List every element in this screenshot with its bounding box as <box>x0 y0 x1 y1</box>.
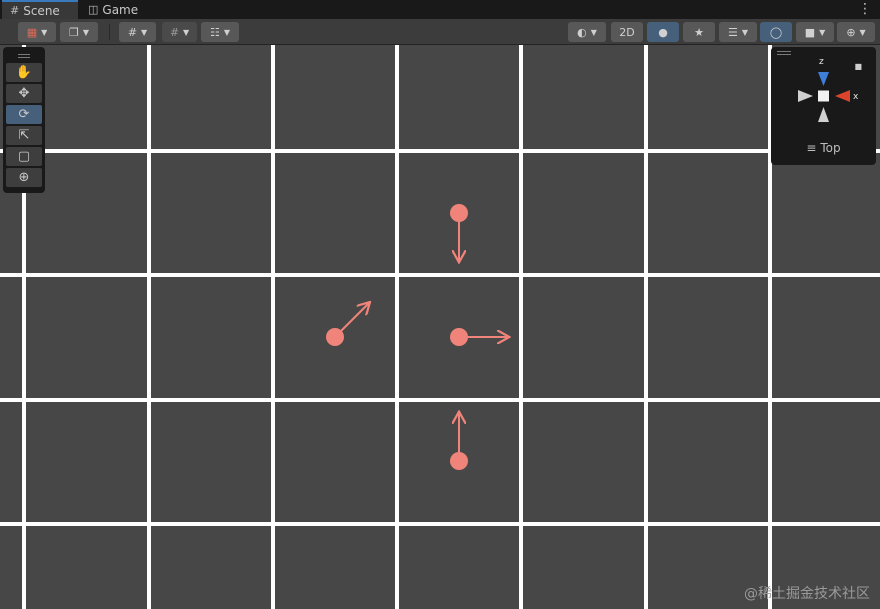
marker-down[interactable] <box>450 204 468 261</box>
more-options-icon[interactable]: ⋮ <box>858 0 872 18</box>
rotate-tool[interactable]: ⟳ <box>6 105 42 124</box>
scene-canvas <box>0 45 880 609</box>
chevron-down-icon: ▼ <box>223 27 231 37</box>
x-axis-cone-icon[interactable] <box>835 90 850 102</box>
layers-icon: ☰ <box>727 25 738 39</box>
scene-toolbar: ▦ ▼ ❐ ▼ # ▼ # ▼ ☷ ▼ ◐ ▼ 2D ● ★ ☰ ▼ ◯ ■ ▼ ⊕ ▼ <box>0 19 880 45</box>
rotate-icon: ⟳ <box>18 107 30 122</box>
rect-icon: ▢ <box>17 149 31 164</box>
transform-icon: ⊕ <box>18 170 30 185</box>
audio-toggle[interactable]: ★ <box>683 22 715 42</box>
camera-dropdown[interactable]: ■ ▼ <box>796 22 834 42</box>
speaker-muted-icon: ★ <box>694 25 704 39</box>
move-icon: ✥ <box>18 86 30 101</box>
marker-dot[interactable] <box>450 452 468 470</box>
hand-icon: ✋ <box>15 65 33 80</box>
marker-dot[interactable] <box>450 328 468 346</box>
chevron-down-icon: ▼ <box>82 27 90 37</box>
shading-dropdown[interactable]: ◐ ▼ <box>568 22 606 42</box>
snap-increment-dropdown[interactable]: # ▼ <box>162 22 197 42</box>
draw-mode-icon: ▦ <box>26 25 38 39</box>
gamepad-icon: ◫ <box>88 3 99 16</box>
chevron-down-icon: ▼ <box>819 27 826 37</box>
arrow-up-right-icon <box>340 303 369 332</box>
chevron-down-icon: ▼ <box>141 27 148 37</box>
center-cube-icon[interactable] <box>818 90 829 102</box>
grid-snap-icon: # <box>127 25 138 39</box>
tab-scene-label: Scene <box>23 3 60 18</box>
grid-snap-dropdown[interactable]: # ▼ <box>119 22 156 42</box>
rect-tool[interactable]: ▢ <box>6 147 42 166</box>
tab-bar: # Scene ◫ Game ⋮ <box>0 0 880 19</box>
view-label[interactable]: ≡ Top <box>771 141 876 155</box>
marker-up[interactable] <box>450 413 468 470</box>
ruler-dropdown[interactable]: ☷ ▼ <box>201 22 239 42</box>
scene-visibility-toggle[interactable]: ◯ <box>760 22 792 42</box>
toolbar-divider <box>109 24 110 40</box>
hand-tool[interactable]: ✋ <box>6 63 42 82</box>
marker-right[interactable] <box>450 328 508 346</box>
move-tool[interactable]: ✥ <box>6 84 42 103</box>
neg-z-axis-cone-icon[interactable] <box>818 107 829 122</box>
sphere-icon: ◐ <box>577 25 587 39</box>
tab-game[interactable]: ◫ Game <box>80 0 150 19</box>
draw-mode-dropdown[interactable]: ▦ ▼ <box>18 22 56 42</box>
chevron-down-icon: ▼ <box>183 27 190 37</box>
cube-icon: ❐ <box>68 25 79 39</box>
orientation-gizmo: ■ z x ≡ Top <box>771 47 876 165</box>
scene-viewport[interactable]: @稀土掘金技术社区 <box>0 45 880 609</box>
grid-lines <box>0 45 880 609</box>
z-axis-cone-icon[interactable] <box>818 72 829 86</box>
marker-diagonal[interactable] <box>326 303 369 346</box>
direction-markers <box>326 204 508 470</box>
marker-dot[interactable] <box>450 204 468 222</box>
two-d-toggle[interactable]: 2D <box>611 22 643 42</box>
menu-icon: ≡ <box>806 141 817 155</box>
chevron-down-icon: ▼ <box>741 27 749 37</box>
effects-dropdown[interactable]: ☰ ▼ <box>719 22 757 42</box>
neg-x-axis-cone-icon[interactable] <box>798 90 813 102</box>
scale-tool[interactable]: ⇱ <box>6 126 42 145</box>
tab-scene[interactable]: # Scene <box>2 0 78 19</box>
drag-handle-icon[interactable] <box>6 51 42 61</box>
tools-overlay: ✋ ✥ ⟳ ⇱ ▢ ⊕ <box>3 47 45 193</box>
ruler-icon: ☷ <box>209 25 220 39</box>
grid-icon: # <box>10 4 20 17</box>
lightbulb-icon: ● <box>658 25 668 39</box>
render-mode-dropdown[interactable]: ❐ ▼ <box>60 22 98 42</box>
chevron-down-icon: ▼ <box>41 27 48 37</box>
chevron-down-icon: ▼ <box>590 27 597 37</box>
two-d-label: 2D <box>619 25 635 39</box>
eye-slash-icon: ◯ <box>769 25 783 39</box>
axis-gizmo-graphic[interactable] <box>771 47 876 137</box>
gizmos-dropdown[interactable]: ⊕ ▼ <box>837 22 875 42</box>
tab-game-label: Game <box>102 2 139 17</box>
lighting-toggle[interactable]: ● <box>647 22 679 42</box>
camera-icon: ■ <box>804 25 816 39</box>
transform-tool[interactable]: ⊕ <box>6 168 42 187</box>
chevron-down-icon: ▼ <box>859 27 866 37</box>
view-label-text: Top <box>820 141 841 155</box>
gizmo-globe-icon: ⊕ <box>846 25 856 39</box>
watermark: @稀土掘金技术社区 <box>744 586 870 602</box>
snap-increment-icon: # <box>169 25 180 39</box>
scale-icon: ⇱ <box>18 128 30 143</box>
